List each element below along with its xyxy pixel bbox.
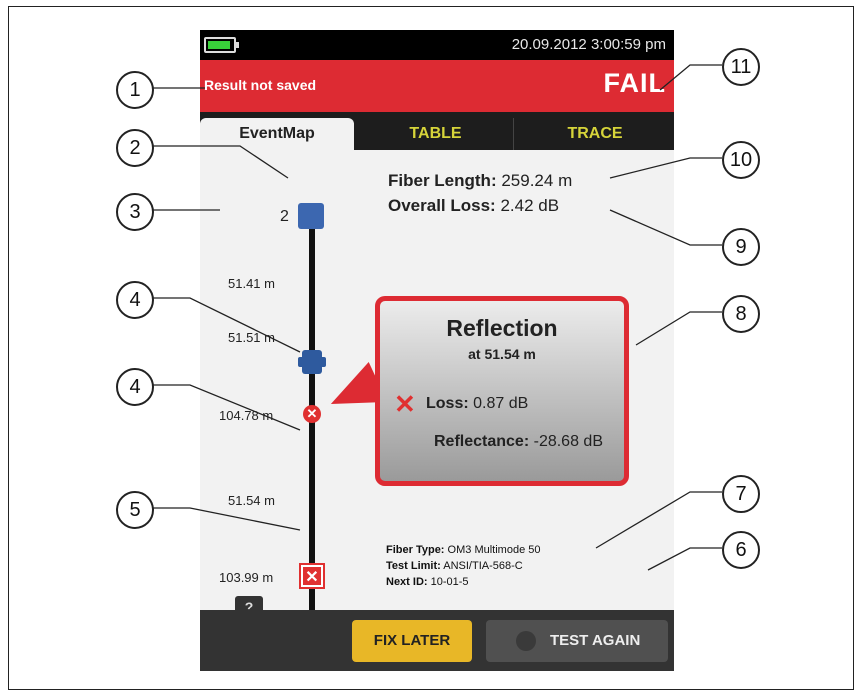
end-number-top: 2 [280, 208, 289, 225]
far-end-icon[interactable] [298, 203, 324, 229]
overall-loss-value: 2.42 dB [500, 196, 560, 215]
status-bar: 20.09.2012 3:00:59 pm [200, 30, 674, 60]
test-limit: Test Limit: ANSI/TIA-568-C [386, 560, 523, 572]
fiber-length-label: Fiber Length: [388, 171, 497, 190]
fix-later-button[interactable]: FIX LATER [352, 620, 472, 662]
result-not-saved-text: Result not saved [204, 77, 317, 93]
callout-5: 5 [116, 491, 154, 529]
callout-8: 8 [722, 295, 760, 333]
reflection-fail-icon[interactable]: ✕ [301, 565, 323, 587]
popup-loss: Loss: 0.87 dB [426, 395, 528, 413]
test-icon [516, 631, 536, 651]
bottom-bar: FIX LATER TEST AGAIN [200, 610, 674, 671]
callout-7: 7 [722, 475, 760, 513]
fail-status: FAIL [603, 68, 666, 98]
popup-subtitle: at 51.54 m [468, 346, 536, 362]
tester-screen: 20.09.2012 3:00:59 pm Result not saved F… [200, 30, 674, 671]
test-limit-label: Test Limit: [386, 560, 441, 572]
tab-eventmap[interactable]: EventMap [200, 118, 354, 150]
next-id-label: Next ID: [386, 576, 428, 588]
fiber-type-label: Fiber Type: [386, 544, 445, 556]
segment-length: 103.99 m [219, 570, 274, 585]
fiber-length-value: 259.24 m [501, 171, 573, 190]
callout-6: 6 [722, 531, 760, 569]
segment-length: 51.54 m [228, 493, 275, 508]
next-id-value: 10-01-5 [430, 576, 469, 588]
tab-bar: EventMap TABLE TRACE [200, 112, 674, 150]
tab-table[interactable]: TABLE [358, 118, 514, 150]
result-bar: Result not saved FAIL [200, 60, 674, 112]
popup-reflectance-value: -28.68 dB [533, 433, 603, 450]
tab-trace[interactable]: TRACE [516, 118, 674, 150]
popup-reflectance-label: Reflectance: [434, 433, 530, 450]
callout-2: 2 [116, 129, 154, 167]
datetime: 20.09.2012 3:00:59 pm [511, 36, 666, 53]
fiber-type-value: OM3 Multimode 50 [447, 544, 541, 556]
callout-11: 11 [722, 48, 760, 86]
fiber-type: Fiber Type: OM3 Multimode 50 [386, 544, 540, 556]
battery-icon [204, 37, 239, 53]
callout-9: 9 [722, 228, 760, 266]
fiber-segment [309, 228, 315, 353]
connector-icon [298, 357, 326, 367]
popup-loss-label: Loss: [426, 395, 469, 412]
fail-x-icon: ✕ [394, 389, 416, 419]
event-popup[interactable]: Reflection at 51.54 m ✕ Loss: 0.87 dB Re… [375, 296, 629, 486]
overall-loss-label: Overall Loss: [388, 196, 496, 215]
next-id: Next ID: 10-01-5 [386, 576, 469, 588]
callout-3: 3 [116, 193, 154, 231]
test-again-label: TEST AGAIN [550, 632, 641, 649]
fail-marker-icon[interactable]: ✕ [303, 405, 321, 423]
test-limit-value: ANSI/TIA-568-C [443, 560, 523, 572]
callout-1: 1 [116, 71, 154, 109]
callout-10: 10 [722, 141, 760, 179]
callout-4: 4 [116, 281, 154, 319]
callout-4b: 4 [116, 368, 154, 406]
popup-reflectance: Reflectance: -28.68 dB [434, 433, 603, 451]
segment-length: 51.41 m [228, 276, 275, 291]
test-again-button[interactable]: TEST AGAIN [486, 620, 668, 662]
fiber-length: Fiber Length: 259.24 m [388, 171, 572, 191]
segment-length: 51.51 m [228, 330, 275, 345]
overall-loss: Overall Loss: 2.42 dB [388, 196, 559, 216]
popup-loss-value: 0.87 dB [473, 395, 529, 412]
popup-title: Reflection [446, 315, 558, 341]
segment-length: 104.78 m [219, 408, 274, 423]
